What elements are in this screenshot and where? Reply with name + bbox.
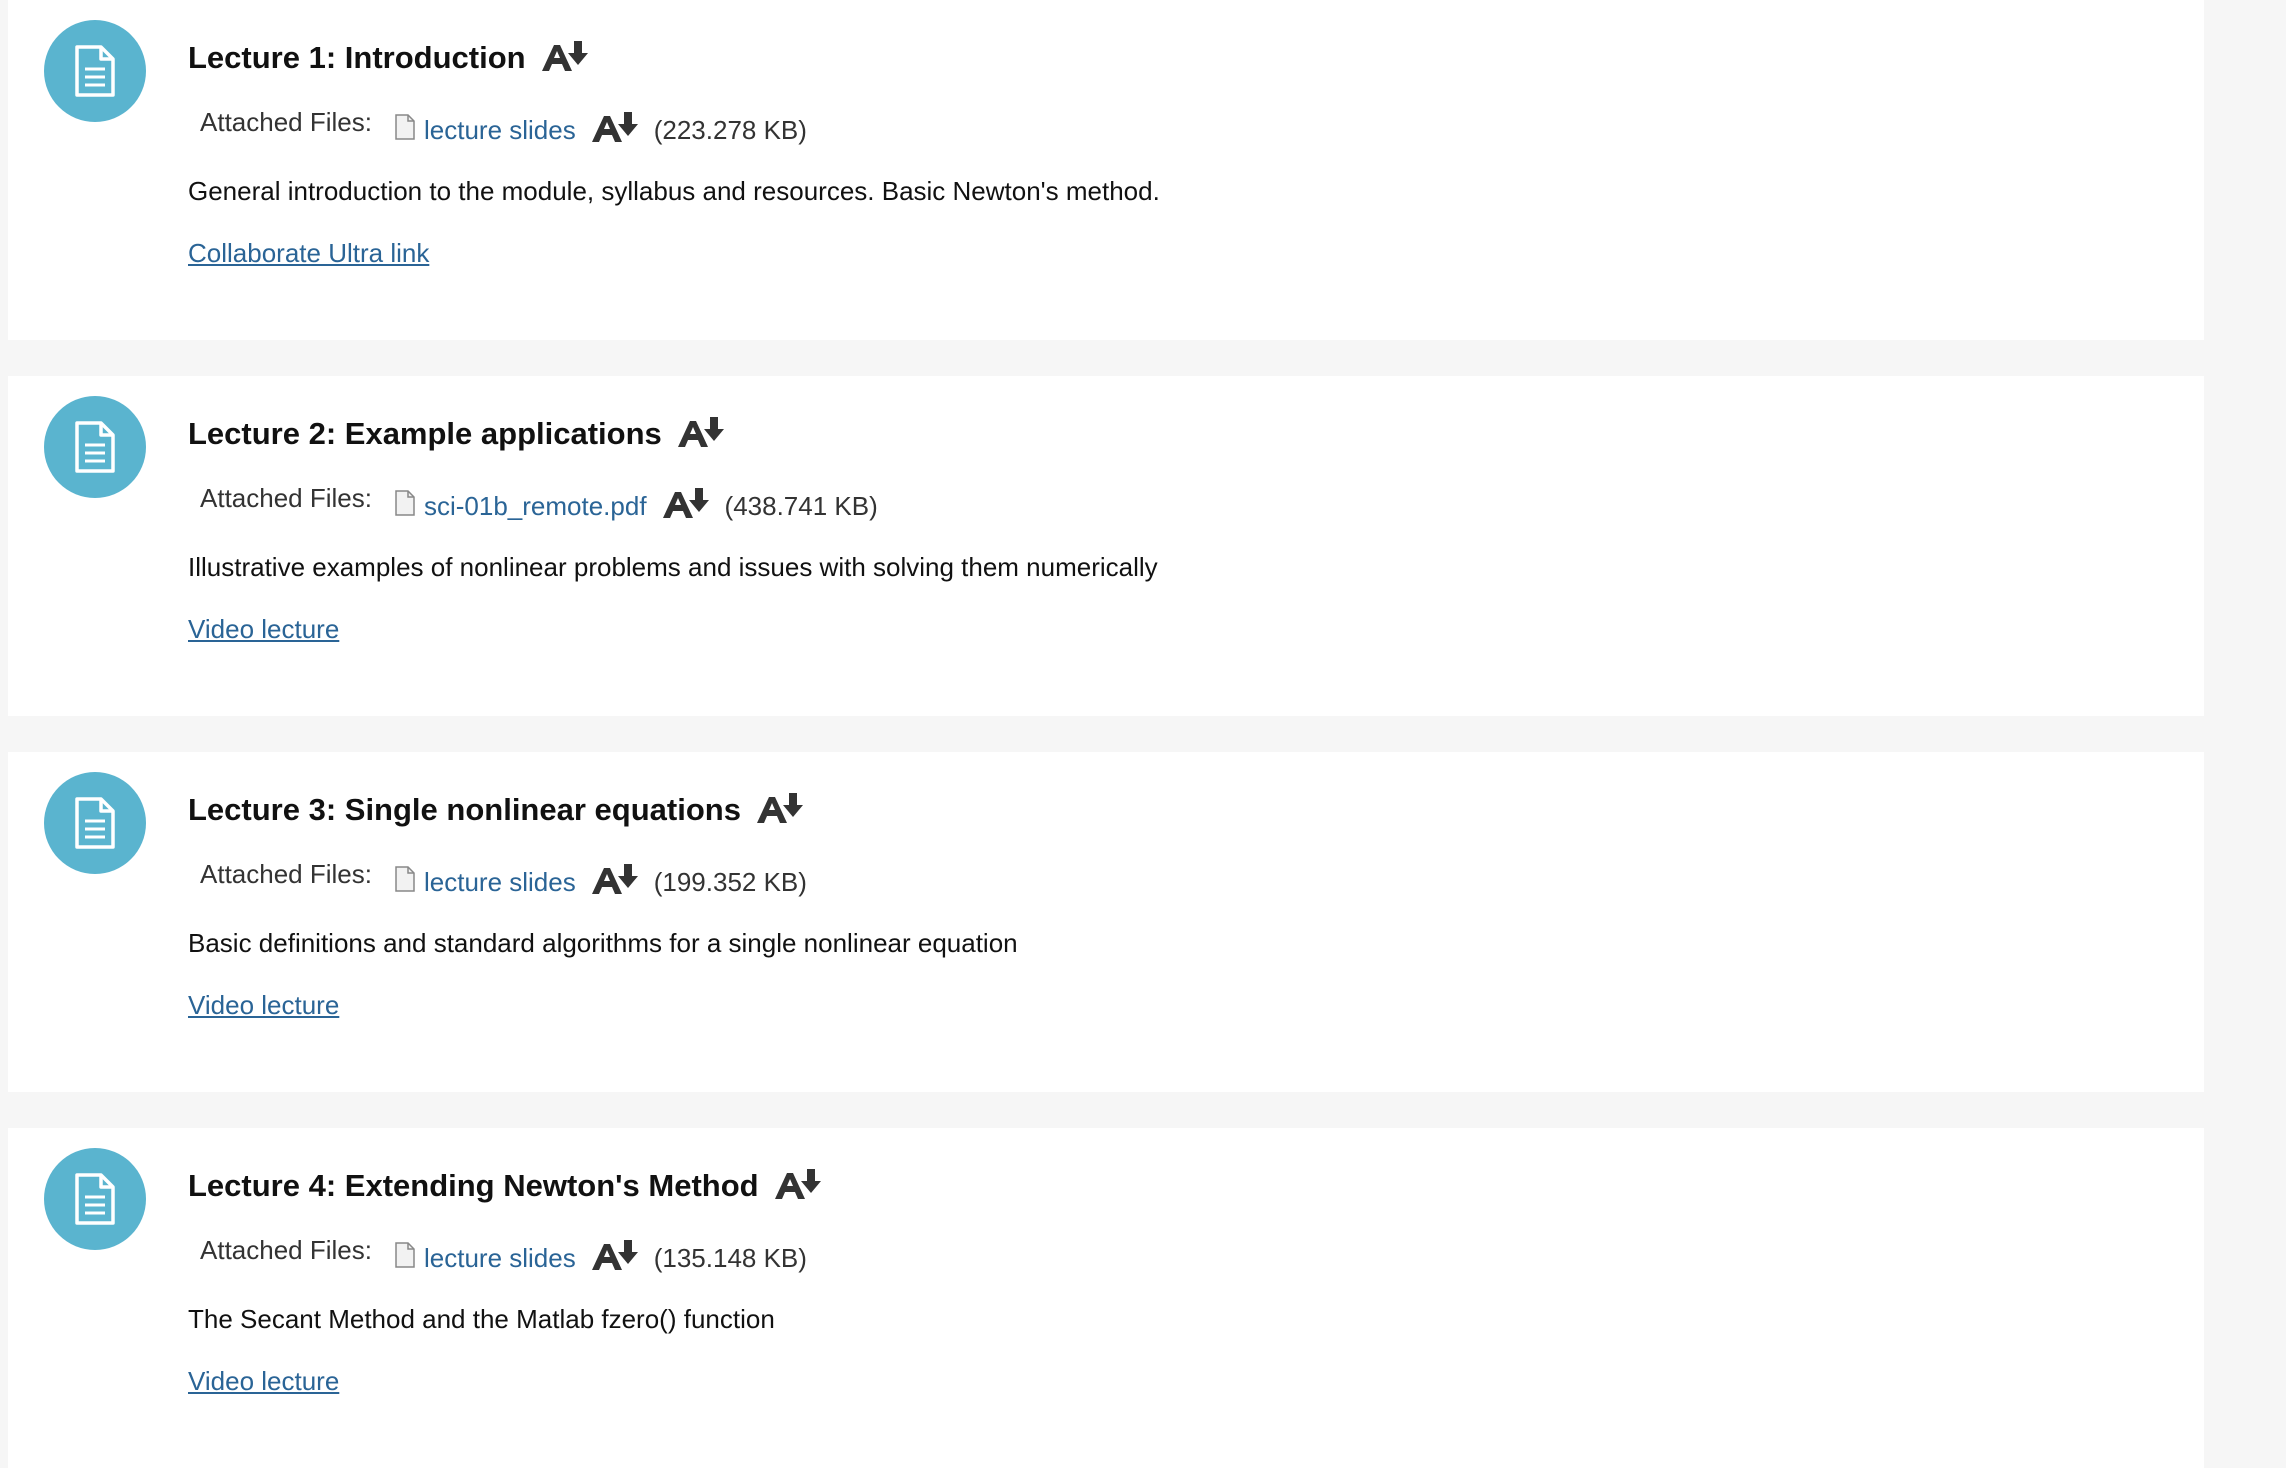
file-size: (199.352 KB) [653,867,807,897]
file-size: (223.278 KB) [653,115,807,145]
item-description: General introduction to the module, syll… [188,176,1160,206]
file-size: (438.741 KB) [724,491,878,521]
attached-files-label: Attached Files: [200,859,372,889]
item-title: Lecture 4: Extending Newton's Method [188,1168,759,1203]
content-item: Lecture 4: Extending Newton's Method Att… [8,1128,2204,1468]
attached-files-label: Attached Files: [200,483,372,513]
attached-files-label: Attached Files: [200,107,372,137]
alternative-formats-icon[interactable] [590,110,640,151]
item-title: Lecture 3: Single nonlinear equations [188,792,741,827]
alternative-formats-icon[interactable] [590,1238,640,1279]
alternative-formats-icon[interactable] [661,486,711,527]
attached-files-label: Attached Files: [200,1235,372,1265]
document-icon [44,772,146,874]
item-link[interactable]: Video lecture [188,990,339,1021]
attached-file-link[interactable]: lecture slides [424,867,576,898]
document-icon [44,396,146,498]
item-link[interactable]: Collaborate Ultra link [188,238,429,269]
item-title: Lecture 1: Introduction [188,40,526,75]
alternative-formats-icon[interactable] [540,39,590,78]
content-item: Lecture 3: Single nonlinear equations At… [8,752,2204,1092]
alternative-formats-icon[interactable] [773,1167,823,1206]
item-description: The Secant Method and the Matlab fzero()… [188,1304,775,1334]
attached-file-link[interactable]: lecture slides [424,1243,576,1274]
file-size: (135.148 KB) [653,1243,807,1273]
file-icon [394,489,416,524]
file-icon [394,865,416,900]
item-link[interactable]: Video lecture [188,614,339,645]
document-icon [44,1148,146,1250]
item-link[interactable]: Video lecture [188,1366,339,1397]
item-description: Illustrative examples of nonlinear probl… [188,552,1158,582]
item-description: Basic definitions and standard algorithm… [188,928,1018,958]
content-item: Lecture 2: Example applications Attached… [8,376,2204,716]
file-icon [394,1241,416,1276]
attached-file-link[interactable]: lecture slides [424,115,576,146]
document-icon [44,20,146,122]
alternative-formats-icon[interactable] [755,791,805,830]
file-icon [394,113,416,148]
alternative-formats-icon[interactable] [590,862,640,903]
item-title: Lecture 2: Example applications [188,416,662,451]
alternative-formats-icon[interactable] [676,415,726,454]
content-item: Lecture 1: Introduction Attached Files: [8,0,2204,340]
attached-file-link[interactable]: sci-01b_remote.pdf [424,491,647,522]
